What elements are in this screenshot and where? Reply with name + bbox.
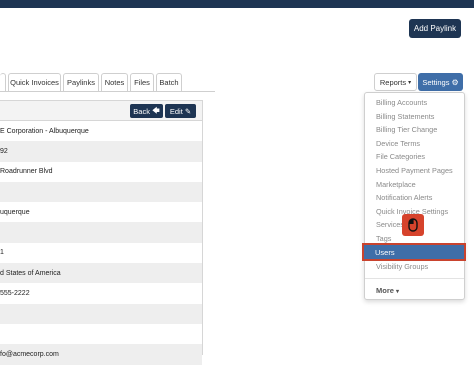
menu-item-visibility-groups[interactable]: Visibility Groups [376,262,428,271]
detail-row [0,181,202,203]
detail-row: fo@acmecorp.com [0,344,202,365]
detail-row: 92 [0,141,202,162]
more-menu-toggle[interactable]: More ▾ [376,286,399,295]
detail-row: 555-2222 [0,290,30,298]
tab-files[interactable]: Files [130,73,154,91]
arrow-left-icon: 🡄 [151,105,160,115]
caret-down-icon: ▾ [396,289,400,295]
mouse-click-icon [402,214,424,236]
menu-item-billing-tier-change[interactable]: Billing Tier Change [376,125,437,134]
reports-dropdown[interactable]: Reports ▾ [374,73,417,91]
menu-item-notification-alerts[interactable]: Notification Alerts [376,193,432,202]
menu-item-file-categories[interactable]: File Categories [376,152,425,161]
detail-row: d States of America [0,263,202,284]
detail-row [0,324,202,344]
detail-row: Roadrunner Blvd [0,168,53,176]
reports-label: Reports [379,77,407,87]
menu-item-hosted-payment-pages[interactable]: Hosted Payment Pages [376,166,453,175]
tab-quick-invoices[interactable]: Quick Invoices [8,73,61,91]
detail-row: 1 [0,249,4,257]
menu-item-services[interactable]: Services [376,220,404,229]
detail-row: E Corporation - Albuquerque [0,127,89,135]
tab-partial[interactable] [0,73,6,91]
menu-item-users-label: Users [375,248,395,257]
edit-label: Edit [169,106,183,116]
menu-item-billing-accounts[interactable]: Billing Accounts [376,98,427,107]
menu-divider [365,278,464,279]
menu-item-billing-statements[interactable]: Billing Statements [376,112,434,121]
gear-icon: ⚙ [451,77,459,87]
detail-row: uquerque [0,208,30,216]
settings-dropdown[interactable]: Settings ⚙ [418,73,463,91]
detail-row [0,303,202,324]
add-paylink-button[interactable]: Add Paylink [409,19,461,38]
tab-notes[interactable]: Notes [101,73,128,91]
record-tabs: Quick Invoices Paylinks Notes Files Batc… [0,73,182,91]
back-button[interactable]: Back 🡄 [130,104,163,118]
menu-item-marketplace[interactable]: Marketplace [376,180,416,189]
menu-item-tags[interactable]: Tags [376,234,391,243]
edit-button[interactable]: Edit ✎ [165,104,196,118]
tabs-baseline [0,91,215,92]
detail-panel: Back 🡄 Edit ✎ E Corporation - Albuquerqu… [0,100,203,365]
caret-down-icon: ▾ [408,79,412,86]
tab-paylinks[interactable]: Paylinks [63,73,99,91]
menu-item-users[interactable]: Users [362,243,466,261]
more-label: More [376,286,394,295]
menu-item-device-terms[interactable]: Device Terms [376,139,420,148]
panel-header: Back 🡄 Edit ✎ [0,101,202,121]
top-navbar [0,0,474,8]
settings-menu: Billing Accounts Billing Statements Bill… [362,92,466,300]
tab-batch[interactable]: Batch [156,73,182,91]
detail-row [0,222,202,243]
settings-label: Settings [422,77,450,87]
back-label: Back [133,106,150,116]
pencil-icon: ✎ [184,106,192,116]
